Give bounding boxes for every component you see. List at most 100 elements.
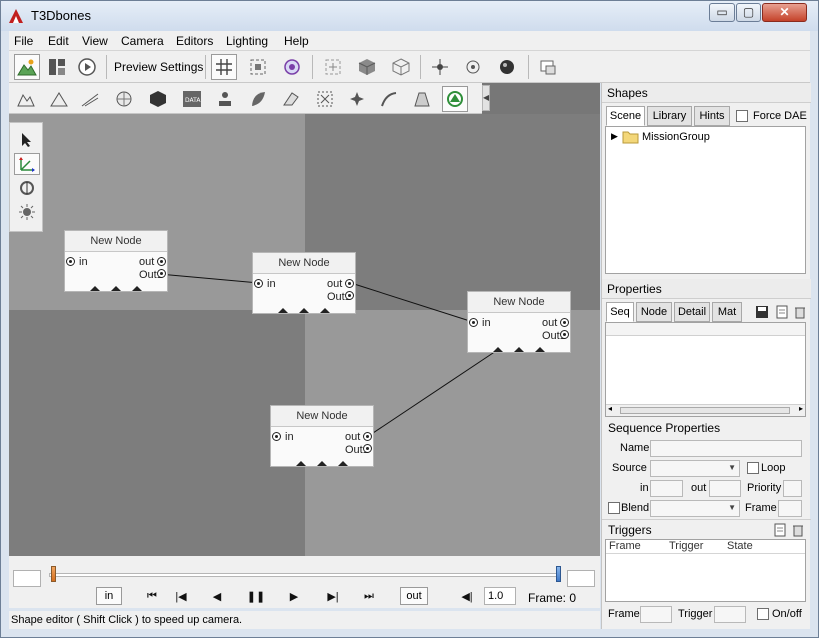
trigger-frame-field[interactable] [640,606,672,623]
scroll-right-icon[interactable]: ▸ [799,404,803,413]
name-field[interactable] [650,440,802,457]
fit-selection-button[interactable] [320,54,346,80]
trigger-field[interactable] [714,606,746,623]
tab-scene[interactable]: Scene [606,106,645,126]
add-trigger-button[interactable] [772,522,787,537]
save-button[interactable] [754,304,769,319]
shaded-view-button[interactable] [354,54,380,80]
tab-detail[interactable]: Detail [674,302,710,322]
scrollbar-thumb[interactable] [620,407,790,414]
show-bounds-button[interactable] [460,54,486,80]
output-port[interactable] [560,330,569,339]
camera-button[interactable] [279,54,305,80]
horizontal-scrollbar[interactable]: ◂ ▸ [606,404,805,416]
output-port[interactable] [363,444,372,453]
menu-editors[interactable]: Editors [176,34,213,48]
output-port[interactable] [157,257,166,266]
play-backward-button[interactable]: ◀ [207,587,227,605]
timeline-track[interactable] [49,573,559,577]
out-frame-field[interactable] [709,480,741,497]
trash-icon [794,307,805,318]
toggle-grid-button[interactable] [211,54,237,80]
loop-checkbox[interactable] [747,462,759,474]
onoff-checkbox[interactable] [757,608,769,620]
play-forward-button[interactable]: ▶ [284,587,304,605]
seek-end-button[interactable]: ⏭ [359,587,379,605]
world-editor-button[interactable] [14,54,40,80]
tree-item-missiongroup[interactable]: MissionGroup [642,131,710,143]
timeline-position-handle[interactable] [51,566,56,582]
column-header-state[interactable]: State [727,540,753,552]
input-port[interactable] [272,432,281,441]
play-game-button[interactable] [74,54,100,80]
delete-trigger-button[interactable] [790,522,805,537]
close-button[interactable]: ✕ [762,3,807,22]
output-port[interactable] [363,432,372,441]
menu-help[interactable]: Help [284,34,309,48]
output-port[interactable] [345,291,354,300]
source-dropdown[interactable]: ▼ [650,460,740,477]
menu-edit[interactable]: Edit [48,34,69,48]
graph-node[interactable]: New Node in out Out1 [252,252,356,314]
tab-hints[interactable]: Hints [694,106,730,126]
minimize-button[interactable]: ▭ [709,3,735,22]
in-frame-field[interactable] [650,480,683,497]
blend-frame-field[interactable] [778,500,802,517]
frame-value: 0 [569,591,577,605]
blend-dropdown[interactable]: ▼ [650,500,740,517]
range-start-frame-field[interactable] [13,570,41,587]
new-sequence-button[interactable] [774,304,789,319]
wireframe-view-button[interactable] [388,54,414,80]
scroll-left-icon[interactable]: ◂ [608,404,612,413]
tab-seq[interactable]: Seq [606,302,634,322]
gui-editor-button[interactable] [44,54,70,80]
tab-mat[interactable]: Mat [712,302,742,322]
loop-mode-button[interactable]: ◀| [457,587,477,605]
playback-speed-field[interactable]: 1.0 [484,587,516,605]
preview-settings-button[interactable]: Preview Settings [114,60,203,74]
shape-tree[interactable]: ▶ MissionGroup [605,126,806,274]
input-port[interactable] [254,279,263,288]
expand-arrow-icon[interactable]: ▶ [611,131,618,142]
set-in-button[interactable]: in [96,587,122,605]
seek-start-button[interactable]: ⏮ [142,587,162,605]
save-icon [755,305,768,318]
step-forward-button[interactable]: ▶| [323,587,343,605]
sequence-list[interactable]: ◂ ▸ [605,322,806,417]
menu-file[interactable]: File [14,34,33,48]
input-port[interactable] [469,318,478,327]
input-port[interactable] [66,257,75,266]
output-port[interactable] [560,318,569,327]
maximize-button[interactable]: ▢ [736,3,761,22]
blend-checkbox[interactable] [608,502,620,514]
delete-sequence-button[interactable] [792,304,807,319]
menu-camera[interactable]: Camera [121,34,164,48]
tab-node[interactable]: Node [636,302,672,322]
title-bar[interactable]: T3Dbones ▭ ▢ ✕ [1,1,818,31]
set-out-button[interactable]: out [400,587,428,605]
port-label-in: in [482,317,491,329]
column-header-trigger[interactable]: Trigger [669,540,703,552]
graph-node[interactable]: New Node in out Out1 [64,230,168,292]
tab-library[interactable]: Library [647,106,692,126]
window-layout-button[interactable] [535,54,561,80]
menu-view[interactable]: View [82,34,108,48]
node-title: New Node [65,231,167,252]
output-port[interactable] [345,279,354,288]
priority-field[interactable] [783,480,802,497]
show-nodes-button[interactable] [427,54,453,80]
render-mode-button[interactable] [494,54,520,80]
triggers-list[interactable]: Frame Trigger State [605,539,806,602]
shape-editor-viewport[interactable]: DATA ◀ New Node in out Out1 New Node in … [9,83,600,556]
force-dae-checkbox[interactable] [736,110,748,122]
graph-node[interactable]: New Node in out Out1 [270,405,374,467]
step-back-button[interactable]: |◀ [171,587,191,605]
output-port[interactable] [157,269,166,278]
column-header-frame[interactable]: Frame [609,540,641,552]
range-end-frame-field[interactable] [567,570,595,587]
timeline-end-handle[interactable] [556,566,561,582]
graph-node[interactable]: New Node in out Out1 [467,291,571,353]
snap-camera-button[interactable] [245,54,271,80]
pause-button[interactable]: ❚❚ [246,587,266,605]
menu-lighting[interactable]: Lighting [226,34,268,48]
